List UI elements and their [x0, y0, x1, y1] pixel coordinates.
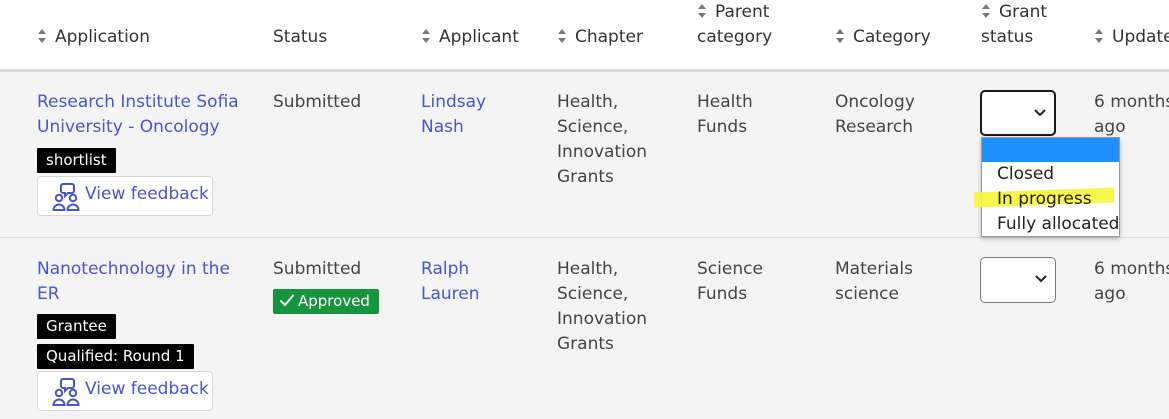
sort-arrows-icon — [835, 28, 845, 44]
updated-text: 6 months ago — [1094, 90, 1169, 140]
updated-line: 6 months — [1094, 259, 1169, 279]
view-feedback-label: View feedback — [85, 184, 209, 204]
updated-line: ago — [1094, 284, 1126, 304]
application-title-line: University - Oncology — [37, 117, 220, 137]
column-header-label: Application — [55, 27, 150, 47]
column-header-label: category — [697, 27, 773, 47]
check-icon — [279, 294, 295, 307]
status-text: Submitted — [273, 259, 362, 279]
grant-status-option-fully-allocated[interactable]: Fully allocated — [982, 212, 1119, 236]
column-header-label: Status — [273, 27, 328, 47]
grant-status-option-closed[interactable]: Closed — [982, 162, 1119, 186]
column-header-status: Status — [273, 25, 327, 50]
column-header-chapter[interactable]: Chapter — [557, 25, 643, 50]
grant-status-select[interactable] — [980, 90, 1056, 136]
updated-line: 6 months — [1094, 92, 1169, 112]
sort-arrows-icon — [1094, 28, 1104, 44]
applicant-name-line: Ralph — [421, 259, 470, 279]
parent-category-line: Health — [697, 92, 753, 112]
application-link[interactable]: Research Institute Sofia University - On… — [37, 90, 239, 140]
column-header-category[interactable]: Category — [835, 25, 931, 50]
sort-arrows-icon — [37, 28, 47, 44]
view-feedback-button[interactable]: View feedback — [37, 176, 213, 216]
updated-text: 6 months ago — [1094, 257, 1169, 307]
applicant-link[interactable]: Lindsay Nash — [421, 90, 486, 140]
column-header-label: Grant — [999, 2, 1048, 22]
applicant-name-line: Lauren — [421, 284, 480, 304]
sort-arrows-icon — [557, 28, 567, 44]
chapter-text: Health, Science, Innovation Grants — [557, 90, 647, 190]
column-header-label: Applicant — [439, 27, 519, 47]
parent-category-line: Science — [697, 259, 763, 279]
category-line: Research — [835, 117, 913, 137]
sort-arrows-icon — [421, 28, 431, 44]
feedback-people-icon — [52, 378, 80, 406]
applicant-name-line: Lindsay — [421, 92, 487, 112]
chevron-down-icon — [1035, 275, 1047, 283]
grant-status-option-blank[interactable] — [982, 138, 1119, 162]
column-header-label: Chapter — [575, 27, 643, 47]
column-header-label: Update — [1112, 27, 1169, 47]
application-title-line: ER — [37, 284, 60, 304]
category-line: science — [835, 284, 899, 304]
applicant-name-line: Nash — [421, 117, 464, 137]
chapter-line: Grants — [557, 334, 614, 354]
column-header-application[interactable]: Application — [37, 25, 150, 50]
column-header-updated[interactable]: Update — [1094, 25, 1169, 50]
column-header-label: Parent — [715, 2, 770, 22]
application-title-line: Research Institute Sofia — [37, 92, 239, 112]
chapter-line: Grants — [557, 167, 614, 187]
grant-status-select[interactable] — [980, 257, 1056, 303]
sort-arrows-icon — [697, 3, 707, 19]
chapter-line: Innovation — [557, 309, 648, 329]
parent-category-line: Funds — [697, 117, 748, 137]
tag-qualified-round: Qualified: Round 1 — [37, 344, 194, 369]
tag-grantee: Grantee — [37, 314, 116, 339]
category-text: Oncology Research — [835, 90, 915, 140]
chapter-line: Health, — [557, 92, 619, 112]
sort-arrows-icon — [981, 3, 991, 19]
view-feedback-label: View feedback — [85, 379, 209, 399]
application-link[interactable]: Nanotechnology in the ER — [37, 257, 230, 307]
chevron-down-icon — [1034, 109, 1046, 117]
parent-category-text: Health Funds — [697, 90, 753, 140]
feedback-people-icon — [52, 183, 80, 211]
chapter-line: Health, — [557, 259, 619, 279]
chapter-line: Innovation — [557, 142, 648, 162]
applicant-link[interactable]: Ralph Lauren — [421, 257, 480, 307]
column-header-parent-category[interactable]: Parent category — [697, 0, 772, 50]
application-title-line: Nanotechnology in the — [37, 259, 230, 279]
status-badge-label: Approved — [298, 292, 370, 310]
parent-category-text: Science Funds — [697, 257, 763, 307]
column-header-grant-status[interactable]: Grant status — [981, 0, 1047, 50]
column-header-label: status — [981, 27, 1034, 47]
grant-status-option-in-progress[interactable]: In progress — [982, 187, 1119, 211]
category-line: Oncology — [835, 92, 915, 112]
column-header-applicant[interactable]: Applicant — [421, 25, 519, 50]
status-text: Submitted — [273, 92, 362, 112]
category-line: Materials — [835, 259, 913, 279]
column-header-label: Category — [853, 27, 931, 47]
tag-shortlist: shortlist — [37, 148, 116, 173]
grant-status-dropdown: Closed In progress Fully allocated — [973, 137, 1120, 237]
status-badge: Approved — [273, 289, 379, 314]
parent-category-line: Funds — [697, 284, 748, 304]
category-text: Materials science — [835, 257, 913, 307]
chapter-line: Science, — [557, 284, 629, 304]
chapter-text: Health, Science, Innovation Grants — [557, 257, 647, 357]
view-feedback-button[interactable]: View feedback — [37, 371, 213, 411]
chapter-line: Science, — [557, 117, 629, 137]
